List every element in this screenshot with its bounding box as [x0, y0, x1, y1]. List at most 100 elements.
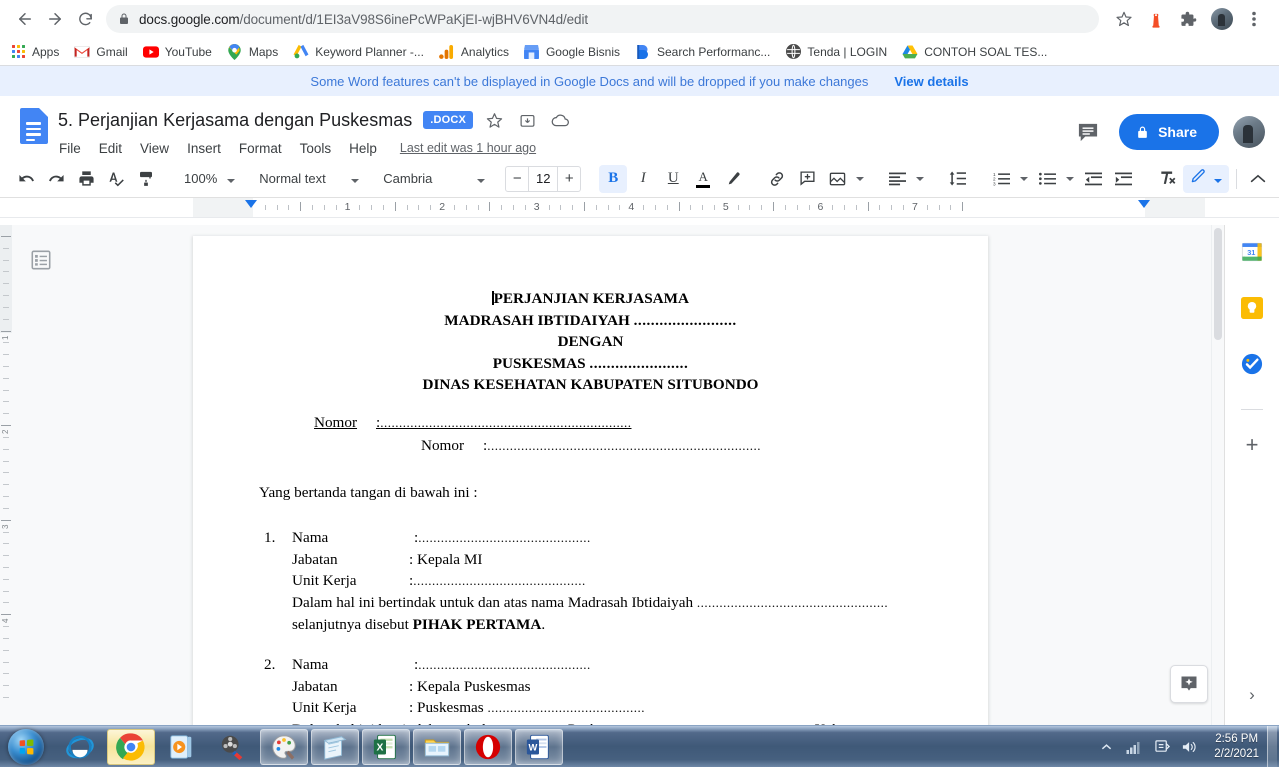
bookmark-analytics[interactable]: Analytics — [439, 44, 509, 60]
bookmark-apps[interactable]: Apps — [10, 44, 59, 60]
address-bar[interactable]: docs.google.com/document/d/1EI3aV98S6ine… — [106, 5, 1099, 33]
horizontal-ruler[interactable]: 1 2 3 4 5 6 7 — [0, 198, 1279, 218]
menu-format[interactable]: Format — [238, 139, 283, 158]
menu-tools[interactable]: Tools — [299, 139, 333, 158]
excel-icon[interactable]: X — [362, 728, 410, 765]
avatar[interactable] — [1233, 116, 1265, 148]
comment-history-icon[interactable] — [1073, 117, 1103, 147]
clear-formatting-icon[interactable] — [1153, 165, 1181, 193]
redo-icon[interactable] — [42, 165, 70, 193]
google-calendar-icon[interactable]: 31 — [1239, 239, 1265, 265]
document-body[interactable]: PERJANJIAN KERJASAMA MADRASAH IBTIDAIYAH… — [193, 236, 988, 725]
menu-view[interactable]: View — [139, 139, 170, 158]
numbered-list-icon[interactable]: 123 — [987, 165, 1015, 193]
windows-start-orb[interactable] — [2, 728, 50, 766]
print-icon[interactable] — [72, 165, 100, 193]
decrease-indent-icon[interactable] — [1079, 165, 1107, 193]
internet-explorer-icon[interactable] — [56, 729, 104, 765]
google-docs-logo-icon[interactable] — [14, 106, 54, 156]
underline-button[interactable]: U — [659, 165, 687, 193]
menu-edit[interactable]: Edit — [98, 139, 123, 158]
three-dot-menu-icon[interactable] — [1239, 4, 1269, 34]
cloud-saved-icon[interactable] — [548, 108, 572, 132]
bookmark-gmail[interactable]: Gmail — [74, 44, 128, 60]
bookmark-contoh-soal-tes[interactable]: CONTOH SOAL TES... — [902, 44, 1047, 60]
puzzle-piece-icon[interactable] — [1173, 4, 1203, 34]
document-page[interactable]: PERJANJIAN KERJASAMA MADRASAH IBTIDAIYAH… — [193, 236, 988, 725]
bold-button[interactable]: B — [599, 164, 628, 193]
show-hidden-icons-icon[interactable] — [1095, 743, 1117, 751]
view-details-link[interactable]: View details — [894, 74, 968, 89]
paint-icon[interactable] — [260, 728, 308, 765]
font-size-stepper[interactable]: − 12 + — [505, 165, 582, 192]
last-edit-status[interactable]: Last edit was 1 hour ago — [400, 141, 536, 155]
paint-format-icon[interactable] — [132, 165, 160, 193]
bulleted-list-icon[interactable] — [1033, 165, 1061, 193]
increase-indent-icon[interactable] — [1109, 165, 1137, 193]
file-explorer-icon[interactable] — [413, 728, 461, 765]
align-left-icon[interactable] — [883, 165, 911, 193]
italic-button[interactable]: I — [629, 165, 657, 193]
scrollbar-thumb[interactable] — [1214, 228, 1222, 340]
action-center-icon[interactable] — [1151, 739, 1173, 754]
undo-icon[interactable] — [12, 165, 40, 193]
movie-maker-icon[interactable] — [209, 729, 257, 765]
menu-file[interactable]: File — [58, 139, 82, 158]
star-icon[interactable] — [1109, 4, 1139, 34]
align-dropdown[interactable] — [913, 165, 927, 193]
zoom-dropdown[interactable]: 100% — [176, 165, 237, 193]
paragraph-style-dropdown[interactable]: Normal text — [251, 165, 361, 193]
bookmark-google-bisnis[interactable]: Google Bisnis — [524, 44, 620, 60]
bookmark-search-performance[interactable]: Search Performanc... — [635, 44, 770, 60]
line-spacing-icon[interactable] — [943, 165, 971, 193]
profile-avatar-icon[interactable] — [1211, 8, 1233, 30]
menu-insert[interactable]: Insert — [186, 139, 222, 158]
bookmark-keyword-planner[interactable]: Keyword Planner -... — [293, 44, 424, 60]
vertical-scrollbar[interactable] — [1211, 225, 1224, 725]
forward-button[interactable] — [40, 4, 70, 34]
star-outline-icon[interactable] — [482, 108, 506, 132]
menu-help[interactable]: Help — [348, 139, 378, 158]
move-to-folder-icon[interactable] — [515, 108, 539, 132]
font-size-decrease-button[interactable]: − — [506, 170, 528, 187]
document-outline-icon[interactable] — [30, 249, 54, 273]
volume-icon[interactable] — [1179, 740, 1201, 754]
google-tasks-icon[interactable] — [1239, 351, 1265, 377]
spellcheck-icon[interactable] — [102, 165, 130, 193]
left-indent-marker[interactable] — [245, 200, 257, 208]
media-player-icon[interactable] — [158, 729, 206, 765]
bookmark-maps[interactable]: Maps — [227, 43, 278, 60]
edit-mode-selector[interactable] — [1183, 164, 1230, 193]
bulleted-list-dropdown[interactable] — [1063, 165, 1077, 193]
highlight-pen-icon[interactable] — [719, 165, 747, 193]
google-keep-icon[interactable] — [1239, 295, 1265, 321]
right-indent-marker[interactable] — [1138, 200, 1150, 208]
taskbar-clock[interactable]: 2:56 PM 2/2/2021 — [1214, 732, 1259, 762]
expand-side-panel-button[interactable]: › — [1249, 685, 1255, 705]
text-color-button[interactable]: A — [689, 165, 717, 193]
add-comment-icon[interactable] — [793, 165, 821, 193]
collapse-toolbar-icon[interactable] — [1244, 165, 1272, 193]
network-signal-icon[interactable] — [1123, 740, 1145, 754]
font-size-input[interactable]: 12 — [528, 166, 559, 191]
add-addon-button[interactable]: + — [1239, 432, 1265, 458]
opera-icon[interactable] — [464, 728, 512, 765]
reload-button[interactable] — [70, 4, 100, 34]
share-button[interactable]: Share — [1119, 114, 1219, 150]
font-family-dropdown[interactable]: Cambria — [375, 165, 487, 193]
back-button[interactable] — [10, 4, 40, 34]
show-desktop-button[interactable] — [1267, 725, 1277, 767]
page-title[interactable]: 5. Perjanjian Kerjasama dengan Puskesmas — [58, 110, 412, 131]
insert-link-icon[interactable] — [763, 165, 791, 193]
insert-image-dropdown[interactable] — [853, 165, 867, 193]
google-chrome-icon[interactable] — [107, 728, 155, 765]
bookmark-youtube[interactable]: YouTube — [142, 44, 212, 60]
lighthouse-extension-icon[interactable] — [1141, 4, 1171, 34]
font-size-increase-button[interactable]: + — [558, 170, 580, 187]
word-icon[interactable]: W — [515, 728, 563, 765]
bookmark-tenda-login[interactable]: Tenda | LOGIN — [785, 44, 887, 60]
insert-image-icon[interactable] — [823, 165, 851, 193]
notepad-icon[interactable] — [311, 728, 359, 765]
explore-icon[interactable] — [1170, 665, 1208, 703]
document-canvas[interactable]: 1 2 3 4 PERJANJIAN KERJASAMA MADRASAH IBTID… — [0, 225, 1279, 725]
